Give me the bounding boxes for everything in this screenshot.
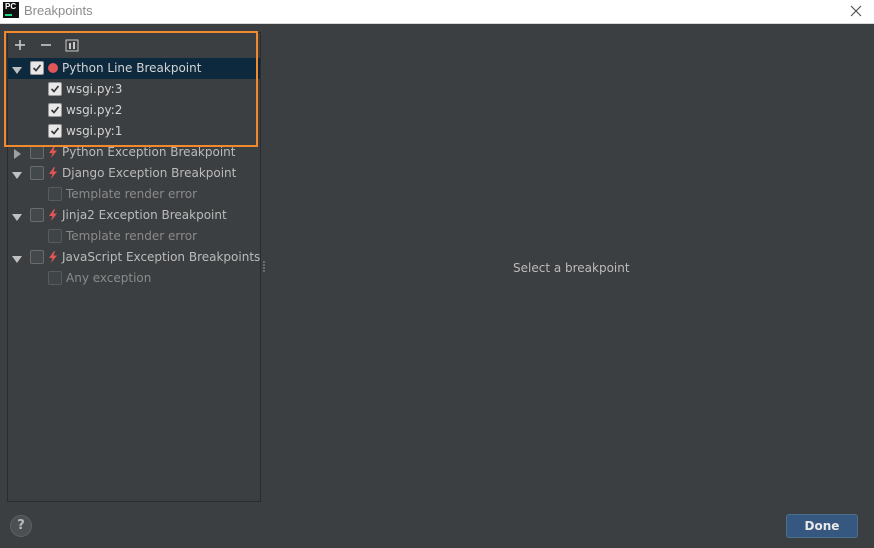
jinja2-template-render-error-label: Template render error [66,229,198,243]
tree-row-jinja2-template-render-error[interactable]: Template render error [8,226,260,247]
pycharm-logo-icon: PC [3,2,19,18]
checkmark-icon [50,106,60,114]
checkmark-icon [50,127,60,135]
tree-row-django-exception-breakpoint[interactable]: Django Exception Breakpoint [8,163,260,184]
python-line-breakpoint-checkbox[interactable] [30,61,44,75]
splitter-handle[interactable] [263,261,266,273]
collapse-arrow-icon[interactable] [12,148,22,159]
breakpoint-dot-icon [47,62,59,74]
tree-row-wsgi-2[interactable]: wsgi.py:2 [8,100,260,121]
checkmark-icon [32,64,42,72]
jinja2-template-render-error-checkbox[interactable] [48,229,62,243]
breakpoints-tree: Python Line Breakpoint wsgi.py:3 wsgi.py… [8,58,260,289]
remove-icon [41,44,51,46]
breakpoints-toolbar [8,33,260,57]
lightning-icon [47,146,59,158]
jinja2-exception-breakpoint-checkbox[interactable] [30,208,44,222]
django-template-render-error-checkbox[interactable] [48,187,62,201]
group-icon [65,39,79,52]
tree-row-django-template-render-error[interactable]: Template render error [8,184,260,205]
django-template-render-error-label: Template render error [66,187,198,201]
expand-arrow-icon[interactable] [12,169,22,179]
django-exception-breakpoint-checkbox[interactable] [30,166,44,180]
lightning-icon [47,167,59,179]
jinja2-exception-breakpoint-label: Jinja2 Exception Breakpoint [62,208,227,222]
lightning-icon [47,209,59,221]
python-exception-breakpoint-label: Python Exception Breakpoint [62,145,236,159]
tree-row-jinja2-exception-breakpoint[interactable]: Jinja2 Exception Breakpoint [8,205,260,226]
tree-row-wsgi-1[interactable]: wsgi.py:1 [8,121,260,142]
any-exception-label: Any exception [66,271,152,285]
done-button[interactable]: Done [786,514,858,538]
expand-arrow-icon[interactable] [12,253,22,263]
expand-arrow-icon[interactable] [12,211,22,221]
checkmark-icon [50,85,60,93]
tree-row-any-exception[interactable]: Any exception [8,268,260,289]
django-exception-breakpoint-label: Django Exception Breakpoint [62,166,237,180]
python-line-breakpoint-label: Python Line Breakpoint [62,61,202,75]
help-button[interactable]: ? [10,515,32,537]
wsgi-3-checkbox[interactable] [48,82,62,96]
breakpoints-list-panel: Python Line Breakpoint wsgi.py:3 wsgi.py… [7,32,261,502]
remove-breakpoint-button[interactable] [38,37,54,53]
wsgi-1-label: wsgi.py:1 [66,124,123,138]
wsgi-3-label: wsgi.py:3 [66,82,123,96]
group-breakpoints-button[interactable] [64,37,80,53]
title-bar: PC Breakpoints [0,0,874,24]
window-title: Breakpoints [24,3,93,18]
javascript-exception-breakpoints-label: JavaScript Exception Breakpoints [62,250,261,264]
close-icon [850,5,862,17]
wsgi-1-checkbox[interactable] [48,124,62,138]
close-button[interactable] [846,1,866,21]
wsgi-2-checkbox[interactable] [48,103,62,117]
tree-row-javascript-exception-breakpoints[interactable]: JavaScript Exception Breakpoints [8,247,260,268]
expand-arrow-icon[interactable] [12,64,22,74]
tree-row-wsgi-3[interactable]: wsgi.py:3 [8,79,260,100]
tree-row-python-exception-breakpoint[interactable]: Python Exception Breakpoint [8,142,260,163]
lightning-icon [47,251,59,263]
python-exception-breakpoint-checkbox[interactable] [30,145,44,159]
tree-row-python-line-breakpoint[interactable]: Python Line Breakpoint [8,58,260,79]
any-exception-checkbox[interactable] [48,271,62,285]
javascript-exception-breakpoints-checkbox[interactable] [30,250,44,264]
empty-detail-message: Select a breakpoint [513,261,630,275]
add-breakpoint-button[interactable] [12,37,28,53]
wsgi-2-label: wsgi.py:2 [66,103,123,117]
add-icon [15,40,25,50]
